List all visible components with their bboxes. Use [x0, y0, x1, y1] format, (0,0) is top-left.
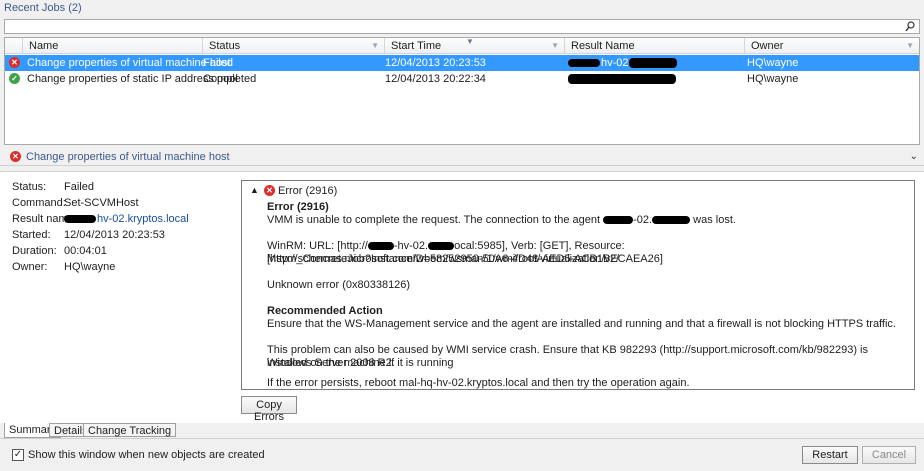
column-header-result-name[interactable]: Result Name: [565, 38, 745, 54]
chevron-down-icon[interactable]: ⌄: [910, 151, 918, 162]
column-header-owner[interactable]: Owner ▼: [745, 38, 919, 54]
table-row[interactable]: ✕ Change properties of virtual machine h…: [5, 55, 919, 71]
footer-bar: ✓ Show this window when new objects are …: [0, 438, 924, 471]
column-header-status[interactable]: Status ▼: [203, 38, 385, 54]
column-header-name[interactable]: Name: [23, 38, 203, 54]
restart-button[interactable]: Restart: [802, 446, 858, 464]
redaction: [568, 59, 600, 67]
cancel-button[interactable]: Cancel: [862, 446, 916, 464]
redaction: [629, 58, 677, 68]
copy-errors-button[interactable]: Copy Errors: [241, 396, 297, 423]
error-message: VMM is unable to complete the request. T…: [267, 214, 736, 226]
table-header: Name Status ▼ Start Time ▼ Result Name Own…: [5, 37, 919, 54]
error-icon: ✕: [10, 151, 21, 162]
tab-change-tracking[interactable]: Change Tracking: [83, 423, 177, 437]
job-details-pane: Status: Failed Command: Set-SCVMHost Res…: [0, 171, 924, 423]
filter-arrow-icon[interactable]: ▼: [906, 41, 914, 50]
column-header-start-time[interactable]: Start Time ▼: [385, 38, 565, 54]
error-icon: ✕: [9, 57, 20, 68]
column-header-icon[interactable]: [5, 38, 23, 54]
sort-descending-icon: ▼: [466, 37, 474, 46]
collapse-icon[interactable]: ▲: [250, 185, 259, 195]
show-window-checkbox[interactable]: ✓: [12, 449, 24, 461]
show-window-label: Show this window when new objects are cr…: [28, 449, 265, 461]
search-input[interactable]: [4, 19, 920, 34]
error-details-box: ▲ ✕ Error (2916) Error (2916) VMM is una…: [241, 180, 915, 390]
success-icon: ✓: [9, 73, 20, 84]
redaction: [64, 215, 96, 223]
redaction: [568, 74, 676, 84]
filter-arrow-icon[interactable]: ▼: [371, 41, 379, 50]
result-name-link[interactable]: hv-02.kryptos.local: [97, 213, 189, 225]
detail-tabs: Summary Details Change Tracking: [0, 423, 924, 438]
filter-arrow-icon[interactable]: ▼: [551, 41, 559, 50]
jobs-table: Name Status ▼ Start Time ▼ Result Name Own…: [4, 37, 920, 145]
table-row[interactable]: ✓ Change properties of static IP address…: [5, 71, 919, 87]
detail-title: Change properties of virtual machine hos…: [0, 148, 924, 166]
recent-jobs-title: Recent Jobs (2): [0, 0, 924, 16]
error-icon: ✕: [264, 185, 275, 196]
search-icon[interactable]: [905, 21, 915, 32]
